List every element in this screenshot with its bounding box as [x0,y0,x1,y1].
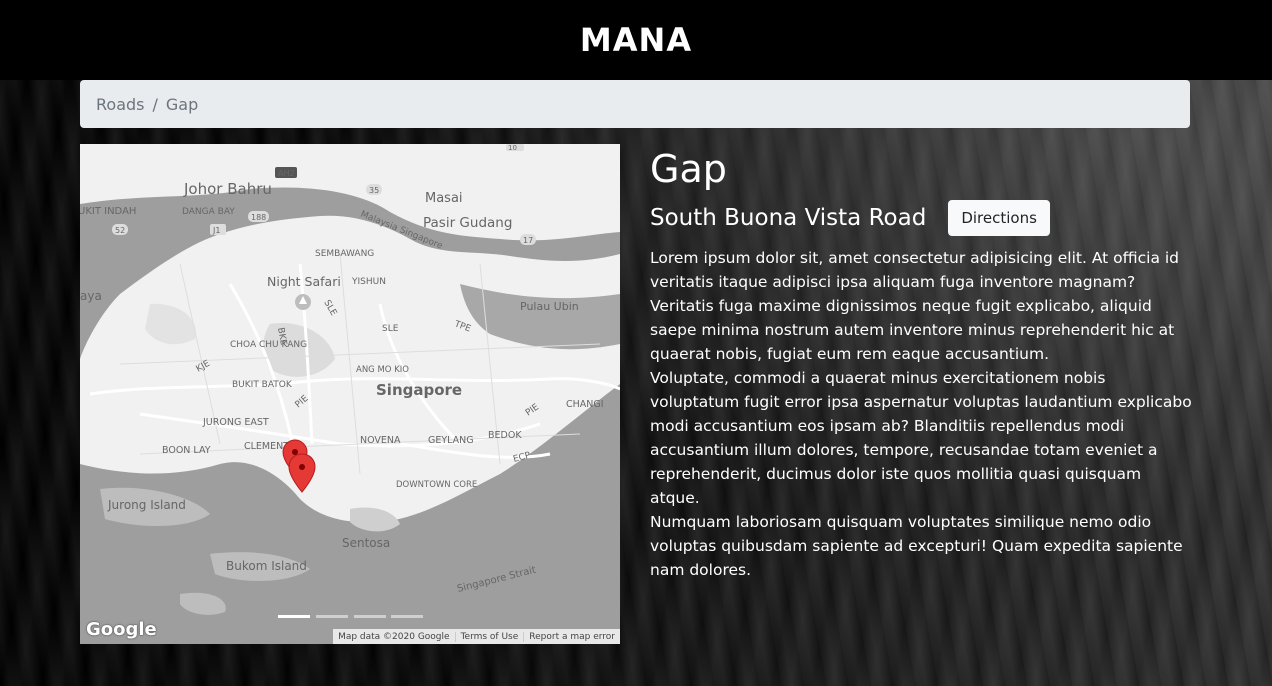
road-label-17: 17 [523,236,533,245]
breadcrumb-item-current: Gap [165,94,199,114]
map-label-sentosa: Sentosa [342,536,390,550]
terms-of-use-link[interactable]: Terms of Use [454,631,524,642]
map-view[interactable]: Johor Bahru Masai Pasir Gudang UKIT INDA… [80,144,620,644]
map-label-ang-mo-kio: ANG MO KIO [356,365,409,375]
map-label-novena: NOVENA [360,435,401,446]
map-label-bukit-indah: UKIT INDAH [80,206,136,217]
report-map-error-link[interactable]: Report a map error [523,631,620,642]
map-label-bukit-batok: BUKIT BATOK [232,380,293,390]
map-label-danga-bay: DANGA BAY [182,207,235,217]
road-label-j1: J1 [212,226,220,235]
road-label-10: 10 [508,144,517,152]
road-name: South Buona Vista Road [650,205,927,231]
description-paragraph: Voluptate, commodi a quaerat minus exerc… [650,369,1192,507]
map-label-pulau-ubin: Pulau Ubin [520,300,579,313]
map-label-aya: aya [80,289,102,303]
map-label-changi: CHANGI [566,399,604,410]
site-header: MANA [0,0,1272,80]
description-paragraph: Numquam laboriosam quisquam voluptates s… [650,513,1183,579]
description-paragraph: Lorem ipsum dolor sit, amet consectetur … [650,249,1180,363]
night-safari-poi-icon[interactable] [295,294,311,310]
road-label-35: 35 [369,186,379,195]
brand-title[interactable]: MANA [580,21,692,59]
road-label-sle-2: SLE [382,324,399,334]
map-label-choa-chu-kang: CHOA CHU KANG [230,340,307,350]
map-label-jurong-island: Jurong Island [107,498,186,512]
description: Lorem ipsum dolor sit, amet consectetur … [650,246,1195,582]
directions-button[interactable]: Directions [948,200,1050,236]
map-label-pasir-gudang: Pasir Gudang [423,215,512,231]
breadcrumb: Roads / Gap [80,80,1190,128]
map-label-yishun: YISHUN [351,277,386,287]
map-label-jurong-east: JURONG EAST [202,417,269,428]
detail-panel: Gap South Buona Vista Road Directions Lo… [650,144,1195,582]
subtitle-row: South Buona Vista Road Directions [650,200,1195,236]
map-label-johor-bahru: Johor Bahru [183,180,272,198]
map-footer: Map data ©2020 Google Terms of Use Repor… [333,629,620,644]
map-label-geylang: GEYLANG [428,435,474,446]
map-data-attribution: Map data ©2020 Google [338,631,450,642]
map-canvas[interactable]: Johor Bahru Masai Pasir Gudang UKIT INDA… [80,144,620,644]
map-label-singapore: Singapore [376,381,462,399]
road-label-188: 188 [251,213,266,222]
road-label-ah2: AH2 [278,169,295,178]
map-label-night-safari: Night Safari [267,274,341,289]
map-label-boon-lay: BOON LAY [162,445,211,456]
map-label-bukom-island: Bukom Island [226,559,307,573]
map-label-masai: Masai [425,191,463,206]
breadcrumb-separator: / [152,94,158,114]
map-label-downtown-core: DOWNTOWN CORE [396,480,477,490]
page-title: Gap [650,147,727,191]
google-logo[interactable]: Google [86,619,157,640]
road-label-52: 52 [115,226,125,235]
map-label-sembawang: SEMBAWANG [315,249,374,259]
map-label-bedok: BEDOK [488,430,522,441]
breadcrumb-item-roads[interactable]: Roads [96,95,144,114]
